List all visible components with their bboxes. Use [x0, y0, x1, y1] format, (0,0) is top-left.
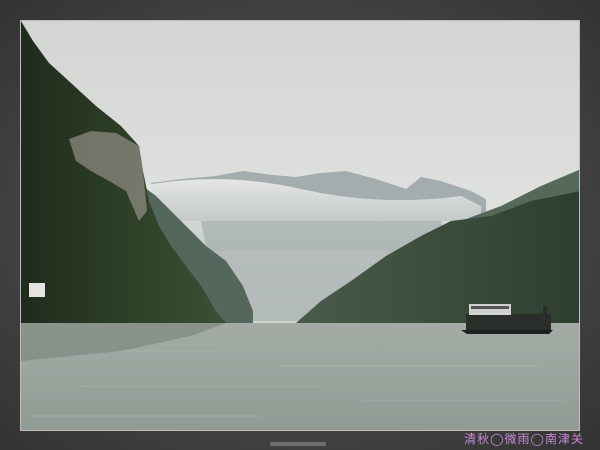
riverside-building	[29, 283, 45, 297]
image-frame: 清秋◯微雨◯南津关	[0, 0, 600, 450]
river-gorge-scene	[21, 21, 579, 430]
bottom-center-mark	[270, 442, 326, 446]
photo	[20, 20, 580, 431]
photographer-signature: 清秋◯微雨◯南津关	[464, 432, 584, 446]
